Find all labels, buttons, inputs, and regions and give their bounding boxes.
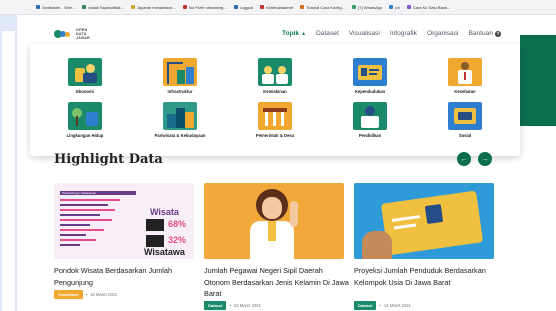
topic-infrastruktur[interactable]: Infrastruktur (140, 58, 220, 94)
topic-ekonomi[interactable]: Ekonomi (45, 58, 125, 94)
nav-bantuan[interactable]: Bantuan? (468, 30, 502, 37)
thumbnail-caption: Perbandingan Wisatawan (62, 191, 97, 195)
bookmark-item[interactable]: ph (389, 5, 400, 10)
bookmark-favicon-icon (182, 5, 187, 9)
nav-topik[interactable]: Topik ▲ (282, 30, 306, 37)
bookmark-item[interactable]: Tutorial Cara Konfig... (300, 5, 345, 10)
topic-kependudukan[interactable]: Kependudukan (330, 58, 410, 94)
card-thumbnail[interactable] (204, 183, 344, 259)
calendar-icon: • (229, 303, 231, 308)
carousel-prev-button[interactable]: ← (457, 152, 471, 166)
publish-date: 22 Maret 2021 (233, 303, 261, 308)
nav-visualisasi[interactable]: Visualisasi (349, 30, 380, 37)
calendar-icon: • (379, 303, 381, 308)
chevron-up-icon: ▲ (301, 30, 307, 37)
topic-dropdown-menu: Ekonomi Infrastruktur Kemiskinan Kependu… (30, 44, 520, 156)
bookmark-favicon-icon (406, 5, 411, 9)
card-meta: Dataset • 16 Maret 2021 (354, 301, 411, 310)
poverty-icon (258, 58, 292, 86)
card-title[interactable]: Jumlah Pegawai Negeri Sipil Daerah Otono… (204, 265, 349, 300)
bookmark-favicon-icon (300, 5, 305, 9)
hero-banner-edge (520, 35, 556, 126)
topic-pariwisata[interactable]: Pariwisata & Kebudayaan (140, 102, 220, 138)
topic-sosial[interactable]: Sosial (425, 102, 505, 138)
bookmark-favicon-icon (389, 5, 394, 9)
government-icon (258, 102, 292, 130)
type-badge[interactable]: Dataset (354, 301, 377, 310)
bookmark-item[interactable]: No Flizfe streaming... (182, 5, 227, 10)
calendar-icon: • (85, 292, 88, 297)
social-icon (448, 102, 482, 130)
bookmark-item[interactable]: Loggod (233, 5, 253, 10)
topic-pendidikan[interactable]: Pendidikan (330, 102, 410, 138)
bookmark-favicon-icon (130, 5, 135, 9)
topic-lingkungan-hidup[interactable]: Lingkungan Hidup (45, 102, 125, 138)
bookmark-favicon-icon (36, 5, 40, 9)
card-meta: Dataset • 22 Maret 2021 (204, 301, 261, 310)
open-data-jabar-logo[interactable]: OPEN DATA JABAR (54, 28, 90, 40)
bookmark-favicon-icon (351, 5, 356, 9)
thumbnail-pct-2: 32% (168, 235, 187, 245)
nav-organisasi[interactable]: Organisasi (427, 30, 459, 37)
logo-mark-icon (54, 28, 73, 40)
publish-date: 16 Maret 2021 (90, 292, 118, 297)
arrow-left-icon: ← (460, 155, 468, 163)
type-badge[interactable]: Dataset (204, 301, 227, 310)
population-icon (353, 58, 387, 86)
card-meta: Visualisasi • 16 Maret 2021 (54, 290, 117, 299)
health-icon (448, 58, 482, 86)
bookmark-favicon-icon (82, 5, 87, 9)
card-thumbnail[interactable]: Perbandingan Wisatawan Wisata 68% 32% Wi… (54, 183, 194, 259)
nav-infografik[interactable]: Infografik (390, 30, 417, 37)
bookmark-favicon-icon (233, 5, 238, 9)
environment-icon (68, 102, 102, 130)
highlight-section-title: Highlight Data (54, 152, 163, 167)
bookmark-item[interactable]: Kbhfeuladarnet (259, 5, 293, 10)
card-title[interactable]: Proyeksi Jumlah Penduduk Berdasarkan Kel… (354, 265, 499, 288)
wisata-icon (146, 219, 164, 231)
topic-kesehatan[interactable]: Kesehatan (425, 58, 505, 94)
bookmark-item[interactable]: (7) WhatsApp (351, 5, 382, 10)
help-icon: ? (495, 30, 502, 37)
economy-icon (68, 58, 102, 86)
bookmark-item[interactable]: Cara Ko Satu Bank... (406, 5, 450, 10)
thumbnail-wisatawa-label: Wisatawa (144, 247, 185, 257)
publish-date: 16 Maret 2021 (383, 303, 411, 308)
education-icon (353, 102, 387, 130)
bookmark-item[interactable]: Jayaran mekanistok... (130, 5, 176, 10)
infrastructure-icon (163, 58, 197, 86)
bookmark-item[interactable]: Gratisfoler - Sele... (36, 5, 75, 10)
arrow-right-icon: → (481, 155, 489, 163)
bookmarks-bar: Gratisfoler - Sele... Install Sspirodfll… (0, 0, 556, 15)
wisatawan-icon (146, 235, 164, 247)
thumbnail-pct-1: 68% (168, 219, 187, 229)
topic-kemiskinan[interactable]: Kemiskinan (235, 58, 315, 94)
tourism-icon (163, 102, 197, 130)
carousel-next-button[interactable]: → (478, 152, 492, 166)
nav-dataset[interactable]: Dataset (316, 30, 339, 37)
main-nav: Topik ▲ Dataset Visualisasi Infografik Or… (282, 30, 502, 37)
bookmark-favicon-icon (259, 5, 264, 9)
left-border-strip (0, 15, 17, 311)
card-thumbnail[interactable] (354, 183, 494, 259)
card-title[interactable]: Pondok Wisata Berdasarkan Jumlah Pengunj… (54, 265, 199, 288)
type-badge[interactable]: Visualisasi (54, 290, 83, 299)
topic-pemerintah-desa[interactable]: Pemerintah & Desa (235, 102, 315, 138)
bookmark-item[interactable]: Install Sspirodfllak... (82, 5, 124, 10)
thumbnail-wisata-label: Wisata (150, 207, 179, 217)
